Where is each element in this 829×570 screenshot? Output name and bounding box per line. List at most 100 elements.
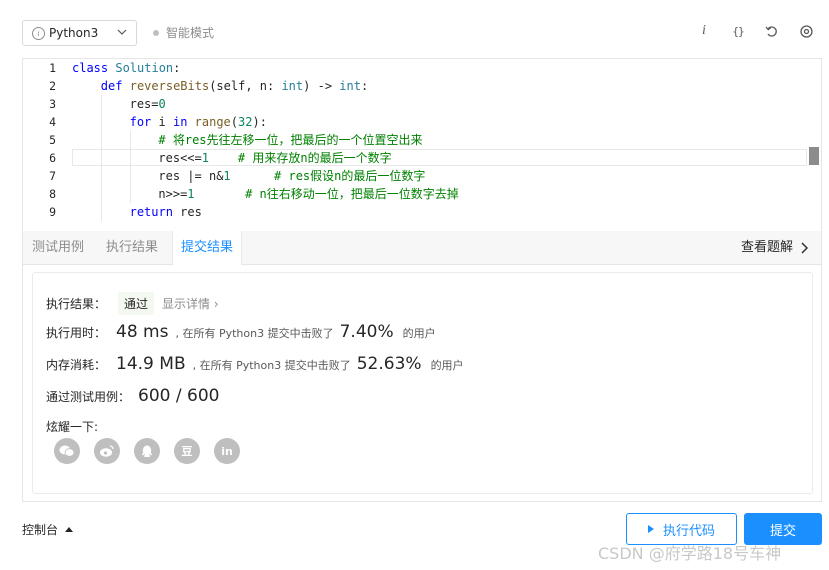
wechat-icon[interactable] [54,438,80,464]
code-token: res |= n& [158,169,224,183]
code-token: ) -> [303,79,340,93]
code-token: # 将res先往左移一位，把最后的一个位置空出来 [158,133,423,147]
memory-value: 14.9 MB [116,354,186,374]
code-token: in [172,115,188,129]
language-select[interactable]: i Python3 [22,20,137,46]
console-label: 控制台 [22,523,59,537]
code-line[interactable]: 1 class Solution: [23,59,821,77]
code-token: 1 [223,169,231,183]
line-number: 4 [49,115,56,129]
code-token: ): [252,115,267,129]
code-token: 1 [187,187,195,201]
editor-toolbar: i Python3 智能模式 i {} [0,0,829,58]
info-italic-icon[interactable]: i [695,22,713,40]
smart-mode-toggle[interactable]: 智能模式 [153,24,214,41]
qq-icon[interactable] [134,438,160,464]
code-token: reverseBits [129,79,210,93]
runtime-mid: , 在所有 Python3 提交中击败了 [175,327,334,340]
line-number: 8 [49,187,56,201]
runtime-label: 执行用时： [46,326,107,340]
indent-guide [100,95,102,113]
code-token: i [151,115,173,129]
douban-icon[interactable]: 豆 [174,438,200,464]
line-number: 6 [49,151,56,165]
douban-glyph: 豆 [181,445,193,458]
code-token: int [281,79,304,93]
code-token: def [100,79,123,93]
braces-icon[interactable]: {} [729,22,747,40]
tool-icons: i {} [679,22,815,40]
indent-guide [129,185,131,203]
code-line[interactable]: 7 res |= n&1 # res假设n的最后一位数字 [23,167,821,185]
code-token: ( [230,115,239,129]
runtime-row: 执行用时： 48 ms , 在所有 Python3 提交中击败了 7.40% 的… [46,322,436,342]
linkedin-icon[interactable]: in [214,438,240,464]
code-text: res=0 [130,95,166,113]
code-token: # res假设n的最后一位数字 [274,169,426,183]
code-line[interactable]: 4 for i in range(32): [23,113,821,131]
indent-guide [100,185,102,203]
code-token: res [172,205,202,219]
indent-guide [100,167,102,185]
indent-guide [100,113,102,131]
line-number: 9 [49,205,56,219]
tab-testcase[interactable]: 测试用例 [32,231,84,265]
view-solution-link[interactable]: 查看题解 [741,231,811,265]
code-line[interactable]: 8 n>>=1 # n往右移动一位，把最后一位数字去掉 [23,185,821,203]
code-line[interactable]: 9 return res [23,203,821,221]
code-line[interactable]: 5 # 将res先往左移一位，把最后的一个位置空出来 [23,131,821,149]
line-number: 1 [49,61,56,75]
code-text: n>>=1 # n往右移动一位，把最后一位数字去掉 [158,185,458,203]
line-number: 3 [49,97,56,111]
runtime-tail: 的用户 [402,327,436,340]
code-line[interactable]: 3 res=0 [23,95,821,113]
indent-guide [129,167,131,185]
code-line[interactable]: 2 def reverseBits(self, n: int) -> int: [23,77,821,95]
code-token: 0 [158,97,166,111]
status-badge: 通过 [118,292,155,315]
code-token: 32 [238,115,253,129]
mode-dot-icon [153,29,159,36]
code-token: for [129,115,152,129]
runtime-percent: 7.40% [339,322,394,342]
code-token: range [194,115,231,129]
tab-run-result[interactable]: 执行结果 [106,231,158,265]
language-label: Python3 [49,26,99,40]
watermark: CSDN @府学路18号车神 [598,544,782,563]
code-token: : [360,79,369,93]
chevron-down-icon [117,29,127,35]
memory-mid: , 在所有 Python3 提交中击败了 [192,359,351,372]
status-label: 执行结果： [46,297,107,311]
line-number: 5 [49,133,56,147]
code-token: : [173,61,181,75]
reset-icon[interactable] [763,22,781,40]
code-text: return res [130,203,202,221]
memory-percent: 52.63% [356,354,422,374]
code-token: (self, n: [209,79,282,93]
code-token: int [339,79,361,93]
indent-guide [129,131,131,149]
settings-icon[interactable] [797,22,815,40]
mode-label: 智能模式 [166,26,215,40]
code-editor[interactable]: 1 class Solution: 2 def reverseBits(self, n… [22,58,822,231]
code-token: # 用来存放n的最后一个数字 [237,151,392,165]
code-line[interactable]: 6 res<<=1 # 用来存放n的最后一个数字 [23,149,821,167]
share-icons: 豆 in [54,438,254,464]
view-solution-label: 查看题解 [740,240,793,255]
show-details-link[interactable]: 显示详情 › [162,295,219,312]
line-number: 2 [49,79,56,93]
indent-guide [129,149,131,167]
status-row: 执行结果： 通过 显示详情 › [46,292,219,315]
code-token: 1 [201,151,209,165]
code-text: res |= n&1 # res假设n的最后一位数字 [158,167,425,185]
memory-label: 内存消耗： [46,358,107,372]
tab-submit-result[interactable]: 提交结果 [172,231,243,265]
chevron-right-icon [801,242,808,254]
code-text: res<<=1 # 用来存放n的最后一个数字 [158,149,391,167]
weibo-icon[interactable] [94,438,120,464]
console-toggle[interactable]: 控制台 [22,521,74,538]
indent-guide [100,203,102,221]
